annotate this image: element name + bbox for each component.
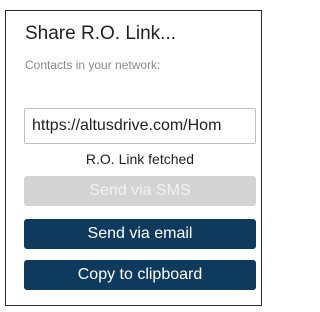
share-link-dialog: Share R.O. Link... Contacts in your netw… (5, 10, 262, 306)
link-url-field[interactable] (24, 108, 256, 144)
status-text: R.O. Link fetched (85, 151, 195, 167)
send-email-button[interactable]: Send via email (24, 219, 256, 249)
send-sms-button[interactable]: Send via SMS (24, 176, 256, 206)
dialog-title: Share R.O. Link... (25, 23, 177, 44)
contacts-subtitle: Contacts in your network: (25, 58, 161, 72)
copy-to-clipboard-button[interactable]: Copy to clipboard (24, 260, 256, 290)
